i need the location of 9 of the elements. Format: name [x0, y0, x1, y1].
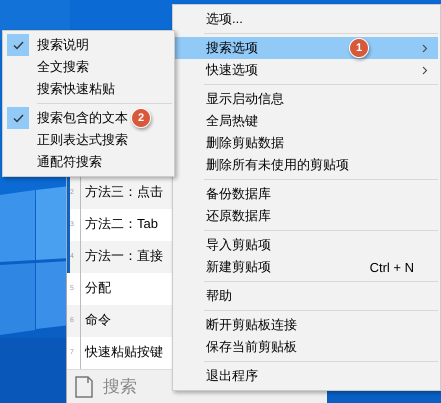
clip-text: 方法三：点击	[84, 183, 163, 201]
clip-text: 命令	[84, 311, 111, 329]
clip-text: 方法一：直接	[84, 247, 163, 265]
clip-text: 分配	[84, 279, 111, 297]
step-badge: 1	[349, 38, 369, 58]
clip-text: 快速粘贴按键	[84, 343, 163, 361]
step-badge: 2	[131, 108, 151, 128]
clip-text: 方法二：Tab	[84, 215, 158, 233]
shortcut-label: Ctrl + N	[370, 260, 414, 274]
